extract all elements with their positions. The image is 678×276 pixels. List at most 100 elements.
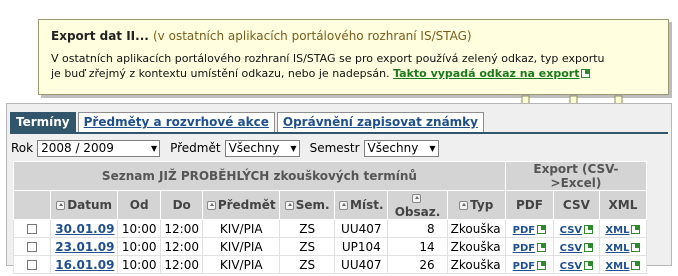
cell-predmet: KIV/PIA (202, 237, 281, 256)
tab-opravneni[interactable]: Oprávnění zapisovat známky (276, 112, 484, 132)
cell-mist: UU407 (334, 255, 389, 274)
tab-predmety[interactable]: Předměty a rozvrhové akce (77, 112, 275, 132)
external-link-icon (581, 69, 591, 78)
sort-icon (284, 201, 294, 210)
external-link-icon (584, 224, 594, 234)
col-obsaz[interactable]: Obsaz. (387, 190, 448, 220)
pdf-export-link[interactable]: PDF (513, 225, 535, 236)
col-predmet[interactable]: Předmět (202, 190, 281, 220)
export-tooltip: Export dat II... (v ostatních aplikacích… (38, 19, 669, 95)
cell-typ: Zkouška (446, 219, 506, 238)
chevron-down-icon: ▼ (150, 143, 158, 153)
col-do[interactable]: Do (159, 190, 204, 220)
cell-csv: CSV (552, 255, 600, 274)
select-col-header (13, 190, 51, 220)
cell-datum: 16.01.09 (49, 255, 119, 274)
cell-csv: CSV (552, 219, 600, 238)
csv-export-link[interactable]: CSV (560, 261, 582, 272)
predmet-value: Všechny (228, 140, 280, 155)
terms-table: Seznam JIŽ PROBĚHLÝCH zkouškových termín… (13, 161, 648, 274)
external-link-icon (631, 224, 641, 234)
cell-od: 10:00 (117, 219, 161, 238)
col-typ[interactable]: Typ (446, 190, 506, 220)
row-checkbox-cell (13, 219, 51, 238)
tooltip-line-2-text: je buď zřejmý z kontextu umístění odkazu… (51, 67, 390, 80)
cell-pdf: PDF (504, 255, 554, 274)
cell-csv: CSV (552, 237, 600, 256)
csv-export-link[interactable]: CSV (560, 225, 582, 236)
table-column-header: Datum Od Do Předmět Sem. Míst. Obsaz. Ty… (13, 190, 648, 220)
tab-terminy[interactable]: Termíny (10, 112, 76, 132)
cell-od: 10:00 (117, 237, 161, 256)
pdf-export-link[interactable]: PDF (513, 261, 535, 272)
rok-select[interactable]: 2008 / 2009 ▼ (37, 139, 161, 157)
semestr-select[interactable]: Všechny ▼ (363, 139, 439, 157)
xml-export-link[interactable]: XML (605, 225, 629, 236)
col-sem[interactable]: Sem. (279, 190, 336, 220)
row-checkbox-cell (13, 255, 51, 274)
cell-xml: XML (598, 237, 648, 256)
datum-link[interactable]: 16.01.09 (55, 258, 114, 272)
terms-panel: Termíny Předměty a rozvrhové akce Oprávn… (6, 103, 672, 274)
tab-underline (10, 132, 668, 134)
cell-do: 12:00 (159, 219, 204, 238)
group-title: Seznam JIŽ PROBĚHLÝCH zkouškových termín… (13, 161, 506, 191)
row-checkbox[interactable] (26, 241, 37, 252)
tooltip-subtitle: (v ostatních aplikacích portálového rozh… (153, 29, 472, 43)
cell-pdf: PDF (504, 219, 554, 238)
datum-link[interactable]: 23.01.09 (55, 240, 114, 254)
xml-export-link[interactable]: XML (605, 243, 629, 254)
tooltip-line-2: je buď zřejmý z kontextu umístění odkazu… (51, 66, 656, 81)
col-sem-label: Sem. (295, 198, 330, 212)
col-datum[interactable]: Datum (49, 190, 119, 220)
external-link-icon (631, 242, 641, 252)
col-xml: XML (598, 190, 648, 220)
sort-icon (339, 201, 349, 210)
xml-export-link[interactable]: XML (605, 261, 629, 272)
tooltip-title: Export dat II... (v ostatních aplikacích… (51, 29, 656, 43)
table-row: 30.01.09 10:00 12:00 KIV/PIA ZS UU407 8 … (13, 219, 648, 238)
row-checkbox[interactable] (26, 223, 37, 234)
predmet-select[interactable]: Všechny ▼ (224, 139, 300, 157)
external-link-icon (584, 242, 594, 252)
cell-od: 10:00 (117, 255, 161, 274)
sort-icon (459, 201, 469, 210)
col-od[interactable]: Od (117, 190, 161, 220)
pdf-export-link[interactable]: PDF (513, 243, 535, 254)
semestr-label: Semestr (309, 141, 360, 155)
col-typ-label: Typ (470, 198, 494, 212)
row-checkbox[interactable] (26, 259, 37, 270)
datum-link[interactable]: 30.01.09 (55, 222, 114, 236)
col-csv: CSV (552, 190, 600, 220)
predmet-label: Předmět (170, 141, 221, 155)
col-obsaz-label: Obsaz. (394, 205, 441, 219)
cell-typ: Zkouška (446, 237, 506, 256)
tab-bar: Termíny Předměty a rozvrhové akce Oprávn… (10, 112, 486, 132)
cell-obsaz: 14 (387, 237, 448, 256)
export-link-example[interactable]: Takto vypadá odkaz na export (393, 67, 579, 80)
csv-export-link[interactable]: CSV (560, 243, 582, 254)
cell-do: 12:00 (159, 255, 204, 274)
external-link-icon (537, 242, 547, 252)
chevron-down-icon: ▼ (290, 143, 297, 153)
cell-typ: Zkouška (446, 255, 506, 274)
col-pdf: PDF (504, 190, 554, 220)
row-checkbox-cell (13, 237, 51, 256)
export-title: Export (CSV->Excel) (504, 161, 648, 191)
col-datum-label: Datum (67, 198, 113, 212)
external-link-icon (537, 224, 547, 234)
filter-bar: Rok 2008 / 2009 ▼ Předmět Všechny ▼ Seme… (11, 139, 449, 157)
sort-icon (56, 201, 66, 210)
tooltip-line-1: V ostatních aplikacích portálového rozhr… (51, 52, 605, 65)
external-link-icon (631, 260, 641, 270)
rok-label: Rok (11, 141, 34, 155)
sort-icon (206, 201, 216, 210)
table-row: 23.01.09 10:00 12:00 KIV/PIA ZS UP104 14… (13, 237, 648, 256)
cell-predmet: KIV/PIA (202, 219, 281, 238)
cell-sem: ZS (279, 255, 336, 274)
cell-obsaz: 26 (387, 255, 448, 274)
col-mist[interactable]: Míst. (334, 190, 389, 220)
external-link-icon (537, 260, 547, 270)
external-link-icon (584, 260, 594, 270)
cell-predmet: KIV/PIA (202, 255, 281, 274)
